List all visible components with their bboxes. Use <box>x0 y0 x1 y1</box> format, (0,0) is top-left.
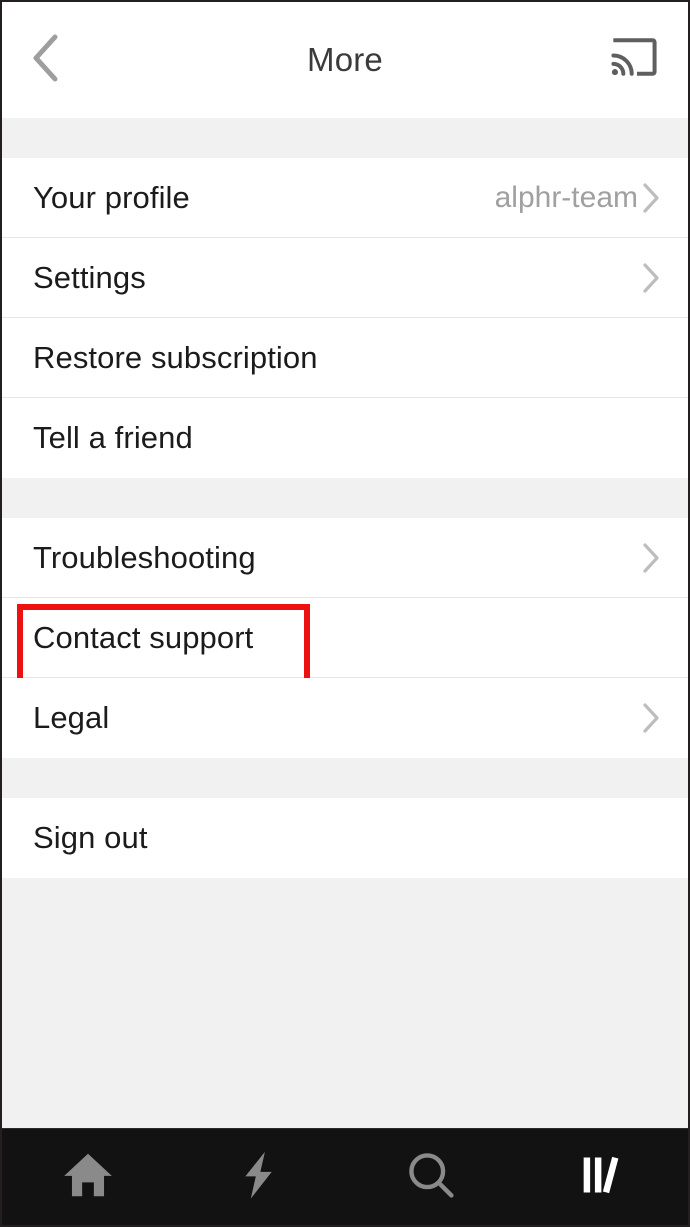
settings-list: Your profile alphr-team Settings Restore su… <box>2 118 688 1128</box>
cast-icon <box>611 37 657 83</box>
section-spacer <box>2 478 688 518</box>
list-item-label: Tell a friend <box>33 420 193 455</box>
list-item-contact-support[interactable]: Contact support <box>2 598 688 684</box>
list-item-label: Your profile <box>33 179 190 215</box>
list-item-your-profile[interactable]: Your profile alphr-team <box>2 158 688 238</box>
chevron-right-icon <box>642 262 660 294</box>
list-item-label: Restore subscription <box>33 339 318 375</box>
library-books-icon <box>577 1150 627 1205</box>
search-icon <box>406 1150 456 1205</box>
cast-button[interactable] <box>598 2 670 118</box>
home-icon <box>62 1151 114 1204</box>
list-item-settings[interactable]: Settings <box>2 238 688 318</box>
list-item-tell-a-friend[interactable]: Tell a friend <box>2 398 688 478</box>
page-title: More <box>307 41 383 78</box>
app-header: More <box>2 2 688 118</box>
lightning-bolt-icon <box>240 1150 278 1205</box>
nav-item-library[interactable] <box>517 1129 689 1225</box>
list-item-value: alphr-team <box>494 180 638 214</box>
nav-item-search[interactable] <box>345 1129 517 1225</box>
list-item-label: Sign out <box>33 820 148 855</box>
section-spacer <box>2 758 688 798</box>
nav-item-flash[interactable] <box>174 1129 346 1225</box>
nav-item-home[interactable] <box>2 1129 174 1225</box>
chevron-left-icon <box>30 32 62 89</box>
list-item-legal[interactable]: Legal <box>2 678 688 758</box>
chevron-right-icon <box>642 542 660 574</box>
section-spacer <box>2 118 688 158</box>
list-item-restore-subscription[interactable]: Restore subscription <box>2 318 688 398</box>
list-item-label: Troubleshooting <box>33 539 256 575</box>
settings-group-session: Sign out <box>2 798 688 878</box>
bottom-navigation-bar <box>2 1128 688 1225</box>
list-item-sign-out[interactable]: Sign out <box>2 798 688 878</box>
phone-screen: More Your profile alphr-team Settings Resto… <box>0 0 690 1227</box>
section-spacer <box>2 878 688 1128</box>
list-item-label: Legal <box>33 700 110 735</box>
back-button[interactable] <box>10 2 82 118</box>
chevron-right-icon <box>642 182 660 214</box>
chevron-right-icon <box>642 702 660 734</box>
settings-group-support: Troubleshooting Contact support Legal <box>2 518 688 758</box>
list-item-label: Contact support <box>33 619 254 655</box>
settings-group-account: Your profile alphr-team Settings Restore su… <box>2 158 688 478</box>
list-item-label: Settings <box>33 259 146 295</box>
list-item-troubleshooting[interactable]: Troubleshooting <box>2 518 688 598</box>
